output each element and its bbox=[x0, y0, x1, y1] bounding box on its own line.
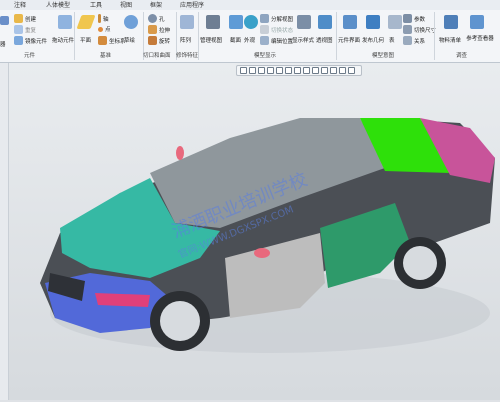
front-fender-trim bbox=[95, 293, 150, 307]
group-label-model-intent: 模型意图 bbox=[372, 53, 395, 59]
mini-extra-icon[interactable] bbox=[339, 67, 346, 74]
csys-icon bbox=[98, 36, 107, 45]
mirror-icon bbox=[14, 36, 23, 45]
interface-icon bbox=[343, 15, 357, 29]
relations-icon bbox=[403, 36, 412, 45]
hole-button[interactable]: 孔 bbox=[148, 14, 165, 23]
family-table-button[interactable]: 表 bbox=[389, 36, 395, 44]
zoom-in-icon[interactable] bbox=[240, 67, 247, 74]
spin-center-icon[interactable] bbox=[312, 67, 319, 74]
side-mirror bbox=[254, 248, 270, 258]
appearance-icon bbox=[244, 15, 258, 29]
graphics-viewport[interactable]: 浦酒职业培训学校 官网:WWW.DGXSPX.COM bbox=[0, 63, 500, 400]
pattern-button[interactable]: 阵列 bbox=[180, 36, 191, 44]
drag-components-button[interactable]: 拖动元件 bbox=[52, 36, 74, 44]
toggle-status-icon bbox=[260, 25, 269, 34]
create-button[interactable]: 创建 bbox=[14, 14, 36, 23]
bom-button[interactable]: 物料清单 bbox=[439, 36, 461, 44]
annotation-display-icon[interactable] bbox=[321, 67, 328, 74]
parameters-button[interactable]: 参数 bbox=[403, 14, 425, 23]
edit-position-icon bbox=[260, 36, 269, 45]
perspective-icon bbox=[318, 15, 332, 29]
assemble-label-fragment: 器 bbox=[0, 42, 6, 48]
manage-views-button[interactable]: 管理视图 bbox=[200, 36, 222, 44]
mirror-component-button[interactable]: 镜像元件 bbox=[14, 36, 47, 45]
plane-icon bbox=[76, 15, 96, 29]
tab-applications[interactable]: 应用程序 bbox=[180, 1, 204, 10]
group-label-model-display: 模型显示 bbox=[254, 53, 277, 59]
relations-button[interactable]: 关系 bbox=[403, 36, 425, 45]
left-panel-strip[interactable] bbox=[0, 63, 9, 400]
axis-icon bbox=[98, 14, 101, 23]
mini-extra-2-icon[interactable] bbox=[348, 67, 355, 74]
publish-icon bbox=[366, 15, 380, 29]
section-icon bbox=[229, 15, 243, 29]
display-style-button[interactable]: 显示样式 bbox=[292, 36, 314, 44]
datum-display-icon[interactable] bbox=[303, 67, 310, 74]
reference-viewer-button[interactable]: 参考查看器 bbox=[462, 36, 498, 42]
perspective-button[interactable]: 透视图 bbox=[316, 36, 333, 44]
display-style-mini-icon[interactable] bbox=[294, 67, 301, 74]
repeat-button[interactable]: 重复 bbox=[14, 25, 36, 34]
group-label-component: 元件 bbox=[24, 53, 36, 59]
saved-views-icon[interactable] bbox=[285, 67, 292, 74]
edit-position-button[interactable]: 编辑位置 bbox=[260, 36, 293, 45]
drag-icon bbox=[58, 15, 72, 29]
bom-icon bbox=[444, 15, 458, 29]
car-model[interactable]: 浦酒职业培训学校 官网:WWW.DGXSPX.COM bbox=[0, 63, 500, 400]
assemble-icon bbox=[0, 16, 9, 25]
ribbon: 器 创建 重复 镜像元件 拖动元件 元件 平面 轴 点 坐标系 草绘 基准 孔 … bbox=[0, 10, 500, 63]
perspective-mini-icon[interactable] bbox=[330, 67, 337, 74]
create-icon bbox=[14, 14, 23, 23]
rear-rim bbox=[403, 246, 437, 280]
toggle-status-button[interactable]: 切换状态 bbox=[260, 25, 293, 34]
parameters-icon bbox=[403, 14, 412, 23]
switch-dimensions-button[interactable]: 切换尺寸 bbox=[403, 25, 436, 34]
csys-button[interactable]: 坐标系 bbox=[98, 36, 126, 45]
extrude-icon bbox=[148, 25, 157, 34]
revolve-icon bbox=[148, 36, 157, 45]
extrude-button[interactable]: 拉伸 bbox=[148, 25, 170, 34]
display-style-icon bbox=[297, 15, 311, 29]
exploded-view-icon bbox=[260, 14, 269, 23]
manage-views-icon bbox=[206, 15, 220, 29]
revolve-button[interactable]: 旋转 bbox=[148, 36, 170, 45]
group-label-datum: 基准 bbox=[100, 53, 112, 59]
tab-tools[interactable]: 工具 bbox=[90, 1, 102, 10]
hole-icon bbox=[148, 14, 157, 23]
point-button[interactable]: 点 bbox=[98, 25, 111, 33]
orient-icon[interactable] bbox=[276, 67, 283, 74]
repaint-icon[interactable] bbox=[267, 67, 274, 74]
zoom-out-icon[interactable] bbox=[249, 67, 256, 74]
group-label-cut-surface: 切口和曲面 bbox=[143, 53, 171, 59]
appearance-button[interactable]: 外观 bbox=[244, 36, 255, 44]
refit-icon[interactable] bbox=[258, 67, 265, 74]
component-interface-button[interactable]: 元件界面 bbox=[338, 36, 360, 44]
exploded-view-button[interactable]: 分解视图 bbox=[260, 14, 293, 23]
axis-button[interactable]: 轴 bbox=[98, 14, 109, 23]
curve-icon bbox=[124, 15, 138, 29]
point-icon bbox=[98, 26, 103, 32]
assemble-button[interactable] bbox=[0, 16, 9, 25]
pattern-icon bbox=[180, 15, 194, 29]
tab-framework[interactable]: 框架 bbox=[150, 1, 162, 10]
group-label-investigate: 调查 bbox=[456, 53, 468, 59]
group-label-modifiers: 修饰特征 bbox=[176, 53, 199, 59]
publish-geometry-button[interactable]: 发布几何 bbox=[362, 36, 384, 44]
tab-manikin[interactable]: 人体模型 bbox=[46, 1, 70, 10]
front-rim bbox=[160, 301, 200, 341]
reference-viewer-icon bbox=[470, 15, 484, 29]
section-button[interactable]: 截面 bbox=[230, 36, 241, 44]
plane-button[interactable]: 平面 bbox=[80, 36, 91, 44]
sketch-button[interactable]: 草绘 bbox=[124, 36, 135, 44]
far-side-mirror bbox=[176, 146, 184, 160]
tab-view[interactable]: 视图 bbox=[120, 1, 132, 10]
repeat-icon bbox=[14, 25, 23, 34]
switch-dims-icon bbox=[403, 25, 412, 34]
view-mini-toolbar bbox=[236, 65, 362, 76]
tab-annotate[interactable]: 注释 bbox=[14, 1, 26, 10]
table-icon bbox=[388, 15, 402, 29]
